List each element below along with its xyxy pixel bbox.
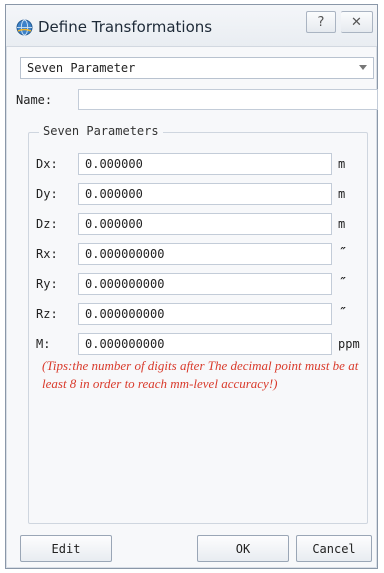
cancel-button[interactable]: Cancel — [296, 535, 372, 562]
ok-button-label: OK — [235, 541, 251, 556]
edit-button[interactable]: Edit — [20, 535, 112, 562]
name-label: Name: — [16, 93, 53, 107]
rx-input[interactable]: 0.000000000 — [78, 243, 332, 265]
name-input[interactable] — [78, 89, 378, 110]
window-title: Define Transformations — [38, 18, 213, 36]
help-icon: ? — [317, 14, 325, 30]
dx-unit: m — [338, 157, 346, 171]
transformation-type-select[interactable]: Seven Parameter — [20, 57, 374, 79]
rz-label: Rz: — [36, 307, 58, 321]
m-input[interactable]: 0.000000000 — [78, 333, 332, 355]
accuracy-tips: (Tips:the number of digits after The dec… — [42, 358, 359, 391]
dz-unit: m — [338, 217, 346, 231]
group-title: Seven Parameters — [39, 124, 163, 138]
title-bar: Define Transformations ? ✕ — [6, 5, 377, 47]
dx-label: Dx: — [36, 157, 58, 171]
ok-button[interactable]: OK — [197, 535, 289, 562]
dy-unit: m — [338, 187, 346, 201]
dz-input[interactable]: 0.000000 — [78, 213, 332, 235]
dy-input[interactable]: 0.000000 — [78, 183, 332, 205]
app-globe-icon — [16, 19, 33, 36]
m-unit: ppm — [338, 337, 360, 351]
help-button[interactable]: ? — [306, 11, 336, 33]
ry-unit: ″ — [338, 275, 346, 289]
dx-input[interactable]: 0.000000 — [78, 153, 332, 175]
ry-input[interactable]: 0.000000000 — [78, 273, 332, 295]
dy-label: Dy: — [36, 187, 58, 201]
rz-input[interactable]: 0.000000000 — [78, 303, 332, 325]
dz-label: Dz: — [36, 217, 58, 231]
select-value: Seven Parameter — [27, 61, 136, 75]
cancel-button-label: Cancel — [312, 541, 356, 556]
rz-unit: ″ — [338, 305, 346, 319]
chevron-down-icon — [359, 65, 367, 70]
close-icon: ✕ — [351, 14, 362, 30]
rx-unit: ″ — [338, 245, 346, 259]
rx-label: Rx: — [36, 247, 58, 261]
edit-button-label: Edit — [51, 541, 81, 556]
close-button[interactable]: ✕ — [341, 11, 373, 33]
m-label: M: — [36, 337, 51, 351]
ry-label: Ry: — [36, 277, 58, 291]
dialog-window: Define Transformations ? ✕ Seven Paramet… — [5, 4, 378, 569]
